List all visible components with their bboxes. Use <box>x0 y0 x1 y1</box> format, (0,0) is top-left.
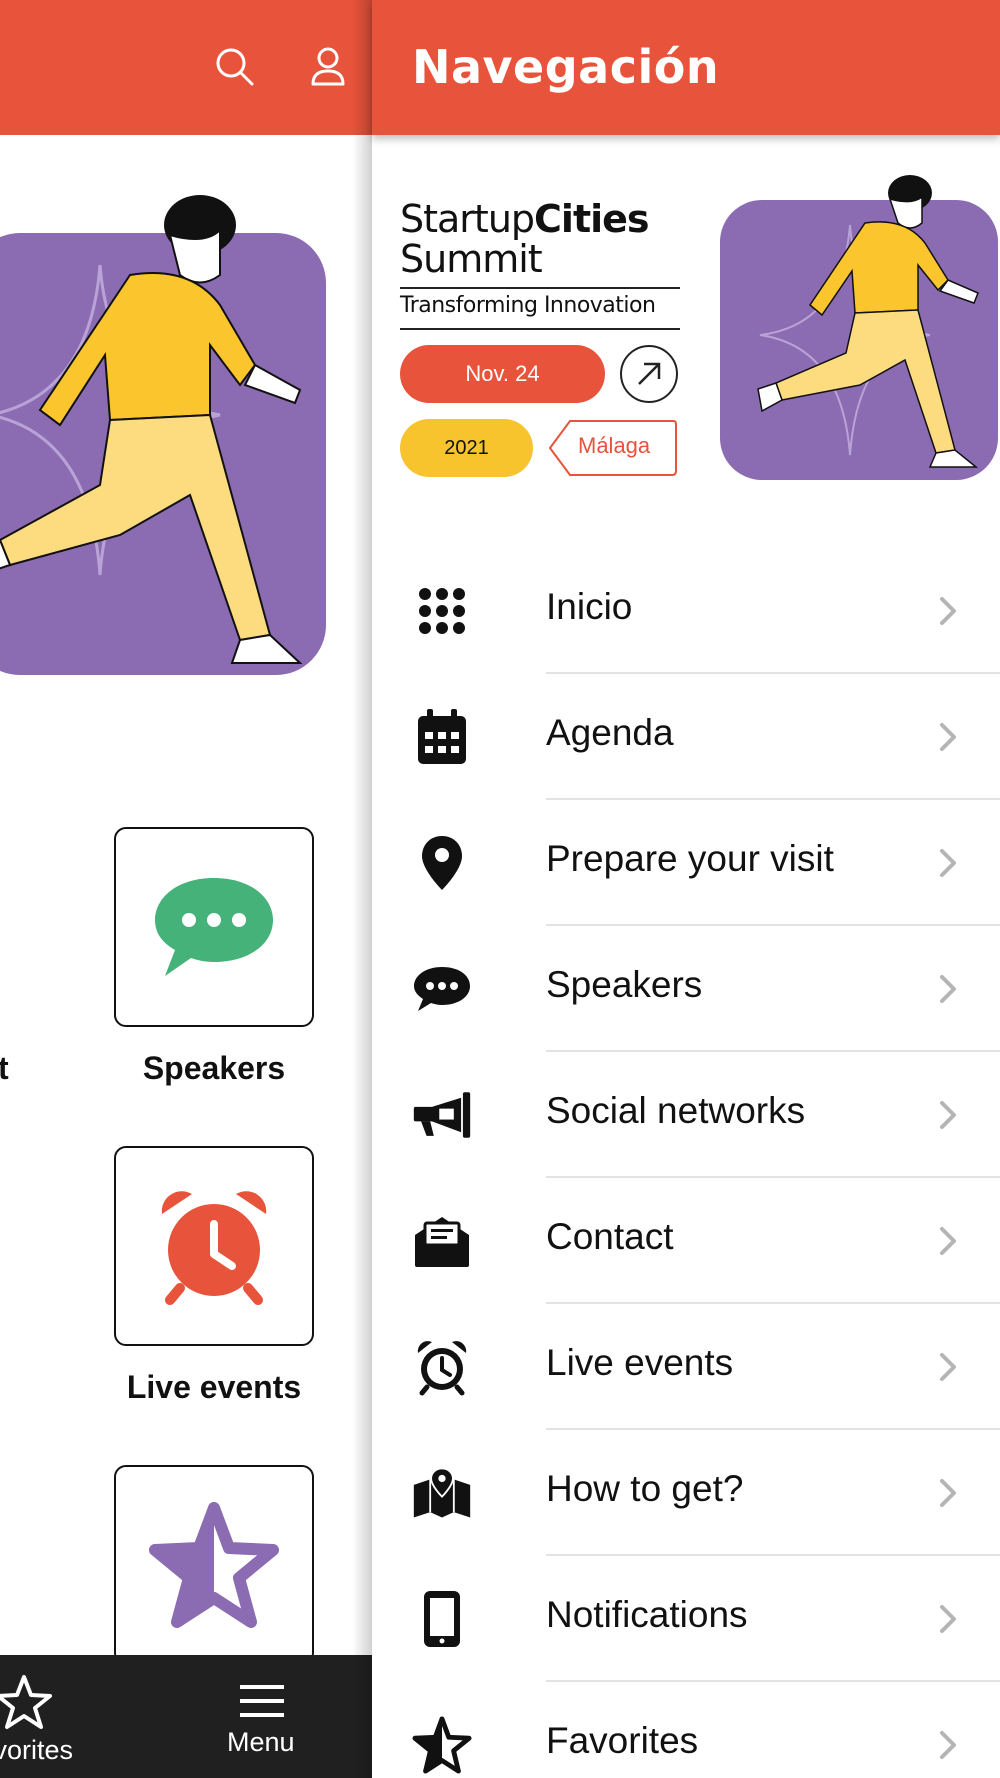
alarm-clock-icon <box>161 1191 267 1305</box>
chevron-right-icon <box>940 849 956 877</box>
chevron-right-icon <box>940 723 956 751</box>
menu-item-label: Social networks <box>546 1090 806 1131</box>
tab-favorites[interactable]: Favorites <box>0 1655 150 1778</box>
star-icon <box>0 1675 52 1729</box>
smartphone-icon <box>412 1589 472 1649</box>
menu-item-favorites[interactable]: Favorites <box>372 1682 1000 1778</box>
speech-bubble-icon <box>412 959 472 1019</box>
favorites-tile[interactable] <box>114 1465 314 1665</box>
tab-favorites-label: Favorites <box>0 1735 74 1765</box>
menu-item-notifications[interactable]: Notifications <box>372 1556 1000 1682</box>
logo-divider <box>400 287 680 289</box>
date-pill: Nov. 24 <box>400 345 605 403</box>
menu-item-inicio[interactable]: Inicio <box>372 548 1000 674</box>
drawer-title: Navegación <box>412 40 720 94</box>
tab-menu[interactable]: Menu <box>200 1655 330 1778</box>
drawer-shadow <box>352 0 372 1778</box>
menu-item-agenda[interactable]: Agenda <box>372 674 1000 800</box>
home-header <box>0 0 372 135</box>
live-events-tile-label: Live events <box>126 1369 302 1405</box>
menu-item-label: Speakers <box>546 964 703 1005</box>
megaphone-icon <box>412 1085 472 1145</box>
menu-item-speakers[interactable]: Speakers <box>372 926 1000 1052</box>
calendar-icon <box>412 707 472 767</box>
map-pin-icon <box>412 833 472 893</box>
background-home-page: t Speakers Live events Favorites <box>0 0 372 1778</box>
menu-item-label: How to get? <box>546 1468 744 1509</box>
logo-divider <box>400 328 680 330</box>
chevron-right-icon <box>940 1605 956 1633</box>
map-location-icon <box>412 1463 472 1523</box>
live-events-tile[interactable] <box>114 1146 314 1346</box>
arrow-up-right-icon <box>620 345 678 403</box>
drawer-header: Navegación <box>372 0 1000 135</box>
mail-envelope-icon <box>412 1211 472 1271</box>
menu-item-social-networks[interactable]: Social networks <box>372 1052 1000 1178</box>
logo-title-line2: Summit <box>400 237 543 281</box>
menu-item-contact[interactable]: Contact <box>372 1178 1000 1304</box>
running-person-illustration <box>720 175 998 480</box>
hamburger-menu-icon <box>240 1685 284 1717</box>
menu-item-label: Contact <box>546 1216 674 1257</box>
event-logo-banner[interactable]: StartupCities Summit Transforming Innova… <box>400 175 1000 495</box>
chevron-right-icon <box>940 1353 956 1381</box>
chevron-right-icon <box>940 597 956 625</box>
grid-dots-icon <box>412 581 472 641</box>
menu-item-label: Notifications <box>546 1594 748 1635</box>
chevron-right-icon <box>940 1101 956 1129</box>
half-star-icon <box>149 1502 279 1628</box>
search-icon[interactable] <box>212 44 256 88</box>
speech-bubble-icon <box>155 878 273 976</box>
half-star-icon <box>412 1715 472 1775</box>
hero-illustration <box>0 195 326 675</box>
chevron-right-icon <box>940 1227 956 1255</box>
chevron-right-icon <box>940 1731 956 1759</box>
user-icon[interactable] <box>306 44 350 88</box>
logo-tagline: Transforming Innovation <box>400 293 656 318</box>
menu-item-label: Inicio <box>546 586 633 627</box>
menu-item-label: Prepare your visit <box>546 838 834 879</box>
menu-item-prepare-your-visit[interactable]: Prepare your visit <box>372 800 1000 926</box>
menu-item-how-to-get[interactable]: How to get? <box>372 1430 1000 1556</box>
chevron-right-icon <box>940 1479 956 1507</box>
city-tag: Málaga <box>548 419 678 477</box>
logo-title-line1: StartupCities <box>400 197 650 241</box>
year-pill: 2021 <box>400 419 533 477</box>
menu-item-label: Agenda <box>546 712 674 753</box>
bottom-tab-bar: Favorites Menu <box>0 1655 372 1778</box>
alarm-clock-icon <box>412 1337 472 1397</box>
menu-item-live-events[interactable]: Live events <box>372 1304 1000 1430</box>
tab-menu-label: Menu <box>227 1727 295 1757</box>
speakers-tile-label: Speakers <box>142 1050 286 1086</box>
cut-off-label: t <box>0 1050 9 1086</box>
menu-item-label: Favorites <box>546 1720 699 1761</box>
navigation-drawer: Navegación StartupCities Summit Transfor… <box>372 0 1000 1778</box>
menu-item-label: Live events <box>546 1342 734 1383</box>
chevron-right-icon <box>940 975 956 1003</box>
speakers-tile[interactable] <box>114 827 314 1027</box>
